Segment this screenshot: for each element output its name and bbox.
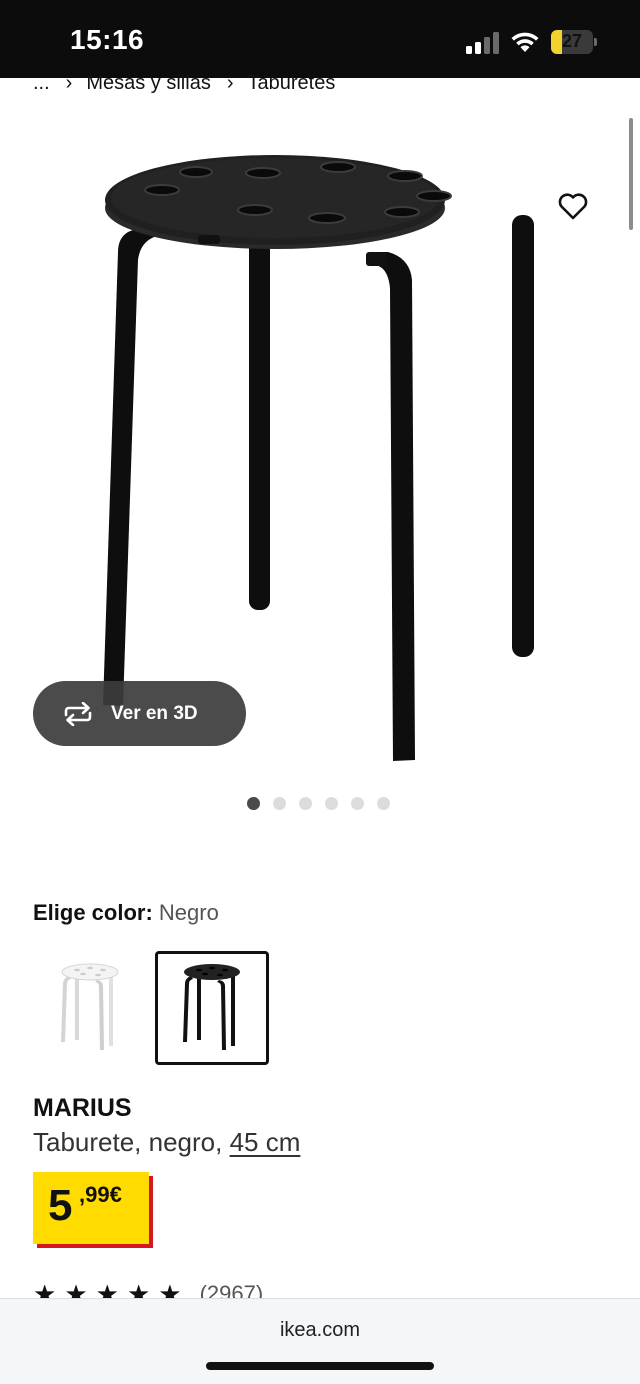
favorite-button[interactable] (552, 186, 594, 226)
chevron-right-icon: › (65, 72, 73, 94)
breadcrumb-item-taburetes[interactable]: Taburetes (248, 72, 336, 95)
black-stool-thumbnail (183, 964, 240, 1050)
chevron-right-icon: › (226, 72, 234, 94)
color-swatch-white[interactable] (33, 951, 147, 1065)
view-3d-button[interactable]: Ver en 3D (33, 681, 246, 746)
star-icon: ★ (33, 1285, 56, 1299)
star-icon: ★ (64, 1285, 87, 1299)
star-icon: ★ (96, 1285, 119, 1299)
white-stool-thumbnail (61, 963, 119, 1050)
breadcrumb-ellipsis[interactable]: ... (33, 72, 50, 95)
battery-indicator: 27 (551, 30, 597, 54)
cellular-signal-icon (466, 32, 499, 54)
price-integer: 5 (48, 1181, 73, 1230)
status-bar: 15:16 27 (0, 0, 640, 78)
product-name: MARIUS (33, 1094, 132, 1122)
breadcrumb-item-mesas-y-sillas[interactable]: Mesas y sillas (86, 72, 210, 95)
wifi-icon (511, 32, 539, 52)
price-tag: 5 ,99€ (33, 1172, 149, 1244)
product-description: Taburete, negro, 45 cm (33, 1127, 300, 1158)
star-icon: ★ (127, 1285, 150, 1299)
carousel-dot[interactable] (273, 797, 286, 810)
rating-count: (2967) (199, 1285, 264, 1299)
carousel-dot[interactable] (325, 797, 338, 810)
battery-level: 27 (561, 31, 583, 51)
carousel-dot[interactable] (377, 797, 390, 810)
address-bar-url[interactable]: ikea.com (0, 1319, 640, 1342)
selected-color-value: Negro (158, 900, 219, 925)
page-scrollbar[interactable] (629, 118, 633, 230)
status-time: 15:16 (70, 24, 145, 55)
color-label-heading: Elige color: (33, 900, 153, 925)
product-description-text: Taburete, negro, (33, 1127, 230, 1157)
view-3d-label: Ver en 3D (111, 702, 198, 724)
browser-bottom-bar: ikea.com (0, 1298, 640, 1384)
heart-icon (558, 193, 588, 220)
home-indicator[interactable] (206, 1362, 434, 1370)
rating-row[interactable]: ★ ★ ★ ★ ★ (2967) (33, 1285, 263, 1299)
carousel-dots (247, 797, 390, 810)
half-star-icon: ★ (158, 1285, 181, 1299)
color-swatch-black[interactable] (155, 951, 269, 1065)
carousel-dot[interactable] (247, 797, 260, 810)
carousel-dot[interactable] (351, 797, 364, 810)
rotate-3d-icon (64, 701, 92, 726)
price-decimal: ,99€ (79, 1182, 122, 1207)
color-selector-label: Elige color: Negro (33, 900, 219, 926)
carousel-dot[interactable] (299, 797, 312, 810)
product-size-link[interactable]: 45 cm (230, 1127, 301, 1157)
breadcrumb: ... › Mesas y sillas › Taburetes (33, 72, 335, 95)
